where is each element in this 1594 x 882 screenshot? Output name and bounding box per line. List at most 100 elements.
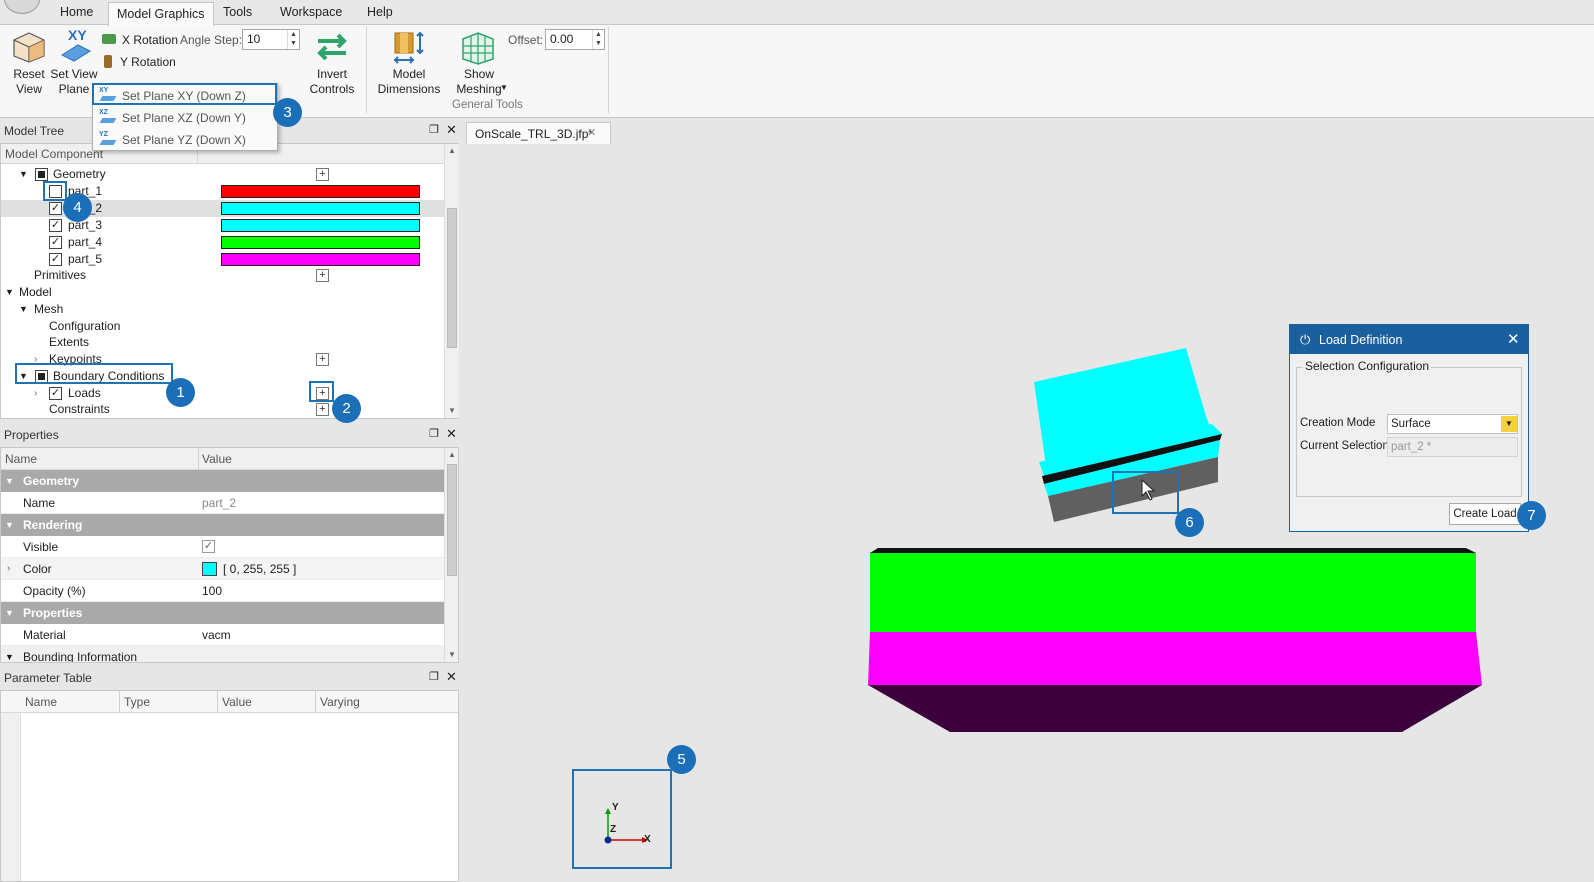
menu-item-label: Set Plane YZ (Down X) — [122, 133, 246, 147]
tab-tools[interactable]: Tools — [223, 5, 252, 19]
visible-checkbox[interactable]: ✓ — [202, 540, 215, 553]
tree-row-configuration[interactable]: Configuration — [1, 318, 444, 335]
properties-scrollbar[interactable]: ▲ ▼ — [444, 448, 458, 662]
property-row-visible: Visible ✓ — [1, 536, 444, 558]
set-view-plane-button[interactable]: XY Set View Plane — [50, 27, 98, 96]
color-swatch[interactable] — [221, 185, 420, 198]
app-menu-button[interactable] — [4, 0, 40, 14]
visibility-checkbox[interactable]: ✓ — [49, 236, 62, 249]
visibility-checkbox[interactable]: ✓ — [49, 219, 62, 232]
tree-row-extents[interactable]: Extents — [1, 334, 444, 351]
tree-row-geometry[interactable]: ▼ Geometry + — [1, 166, 444, 183]
menu-bar: Home Model Graphics Tools Workspace Help — [0, 0, 1594, 26]
close-icon[interactable]: ✕ — [446, 426, 457, 442]
property-value[interactable]: part_2 — [202, 492, 236, 514]
tree-scrollbar[interactable]: ▲ ▼ — [444, 144, 459, 418]
offset-input[interactable]: 0.00 ▲ ▼ — [545, 29, 605, 50]
chevron-right-icon[interactable]: › — [34, 385, 37, 402]
tree-row-part-5[interactable]: ✓ part_5 — [1, 251, 444, 268]
create-load-button[interactable]: Create Load — [1449, 503, 1521, 525]
tree-row-label: Model — [19, 285, 52, 299]
color-swatch[interactable] — [221, 219, 420, 232]
scroll-up-icon[interactable]: ▲ — [448, 146, 456, 155]
tree-row-part-4[interactable]: ✓ part_4 — [1, 234, 444, 251]
current-selection-field[interactable]: part_2 * — [1387, 437, 1518, 457]
angle-step-spinner-icon[interactable]: ▲ ▼ — [287, 30, 299, 49]
model-part-4 — [870, 553, 1476, 632]
offset-spinner-icon[interactable]: ▲ ▼ — [592, 30, 604, 49]
chevron-down-icon[interactable]: ▼ — [1501, 416, 1517, 432]
close-icon[interactable]: ✕ — [446, 669, 457, 685]
column-value[interactable]: Value — [222, 695, 252, 709]
add-button[interactable]: + — [316, 353, 329, 366]
column-varying[interactable]: Varying — [320, 695, 360, 709]
scroll-down-icon[interactable]: ▼ — [448, 406, 456, 415]
visibility-checkbox[interactable]: ✓ — [49, 253, 62, 266]
highlight-boundary-conditions — [15, 363, 173, 384]
callout-3: 3 — [273, 98, 302, 127]
chevron-right-icon[interactable]: › — [7, 558, 10, 580]
float-panel-icon[interactable]: ❐ — [429, 123, 439, 136]
column-value: Value — [202, 452, 232, 466]
visibility-checkbox[interactable]: ✓ — [49, 202, 62, 215]
tab-model-graphics[interactable]: Model Graphics — [108, 2, 214, 26]
scroll-up-icon[interactable]: ▲ — [448, 450, 456, 459]
add-button[interactable]: + — [316, 403, 329, 416]
section-rendering[interactable]: ▼ Rendering — [1, 514, 444, 536]
collapse-arrow-icon[interactable]: ▼ — [5, 646, 14, 662]
close-icon[interactable]: ✕ — [1507, 330, 1520, 348]
scroll-down-icon[interactable]: ▼ — [448, 650, 456, 659]
tab-home[interactable]: Home — [60, 5, 93, 19]
tree-row-part-3[interactable]: ✓ part_3 — [1, 217, 444, 234]
add-button[interactable]: + — [316, 168, 329, 181]
property-row-bounding-information[interactable]: ▼ Bounding Information — [1, 646, 444, 662]
y-rotation-button[interactable]: Y Rotation — [102, 54, 182, 71]
section-properties[interactable]: ▼ Properties — [1, 602, 444, 624]
float-panel-icon[interactable]: ❐ — [429, 427, 439, 440]
property-value[interactable]: [ 0, 255, 255 ] — [223, 558, 296, 580]
show-meshing-button[interactable]: Show Meshing ▼ — [448, 29, 510, 96]
section-geometry[interactable]: ▼ Geometry — [1, 470, 444, 492]
document-tab[interactable]: OnScale_TRL_3D.jfp* ✕ — [466, 122, 611, 144]
model-dimensions-button[interactable]: Model Dimensions — [376, 29, 442, 96]
callout-5: 5 — [667, 745, 696, 774]
property-value[interactable]: 100 — [202, 580, 222, 602]
scroll-thumb[interactable] — [447, 208, 457, 348]
float-panel-icon[interactable]: ❐ — [429, 670, 439, 683]
tree-row-loads[interactable]: › ✓ Loads + — [1, 385, 444, 402]
add-button[interactable]: + — [316, 269, 329, 282]
column-type[interactable]: Type — [124, 695, 150, 709]
menu-item-set-plane-xz[interactable]: XZ Set Plane XZ (Down Y) — [93, 107, 277, 128]
callout-4: 4 — [63, 193, 92, 222]
collapse-arrow-icon[interactable]: ▼ — [5, 602, 14, 624]
expand-arrow-icon[interactable]: ▼ — [19, 166, 28, 183]
close-icon[interactable]: ✕ — [446, 122, 457, 138]
color-swatch[interactable] — [221, 253, 420, 266]
reset-view-button[interactable]: Reset View — [8, 29, 50, 96]
tree-row-model[interactable]: ▼ Model — [1, 284, 444, 301]
visibility-checkbox[interactable]: ✓ — [49, 387, 62, 400]
tab-help[interactable]: Help — [367, 5, 393, 19]
menu-item-set-plane-yz[interactable]: YZ Set Plane YZ (Down X) — [93, 129, 277, 150]
color-swatch[interactable] — [202, 562, 217, 576]
x-rotation-button[interactable]: X Rotation — [102, 32, 182, 49]
collapse-arrow-icon[interactable]: ▼ — [5, 514, 14, 536]
expand-arrow-icon[interactable]: ▼ — [19, 301, 28, 318]
tree-row-primitives[interactable]: Primitives + — [1, 267, 444, 284]
scroll-thumb[interactable] — [447, 464, 457, 576]
close-tab-icon[interactable]: ✕ — [587, 126, 596, 139]
tab-workspace[interactable]: Workspace — [280, 5, 342, 19]
invert-controls-button[interactable]: Invert Controls — [306, 29, 358, 96]
color-swatch[interactable] — [221, 236, 420, 249]
creation-mode-select[interactable]: Surface ▼ — [1387, 414, 1518, 434]
tree-row-mesh[interactable]: ▼ Mesh — [1, 301, 444, 318]
property-value[interactable]: vacm — [202, 624, 231, 646]
angle-step-input[interactable]: 10 ▲ ▼ — [242, 29, 300, 50]
column-name[interactable]: Name — [25, 695, 57, 709]
expand-arrow-icon[interactable]: ▼ — [5, 284, 14, 301]
model-base[interactable] — [868, 548, 1482, 732]
collapse-arrow-icon[interactable]: ▼ — [5, 470, 14, 492]
tristate-checkbox[interactable] — [35, 168, 48, 181]
color-swatch[interactable] — [221, 202, 420, 215]
tree-row-constraints[interactable]: Constraints + — [1, 401, 444, 418]
